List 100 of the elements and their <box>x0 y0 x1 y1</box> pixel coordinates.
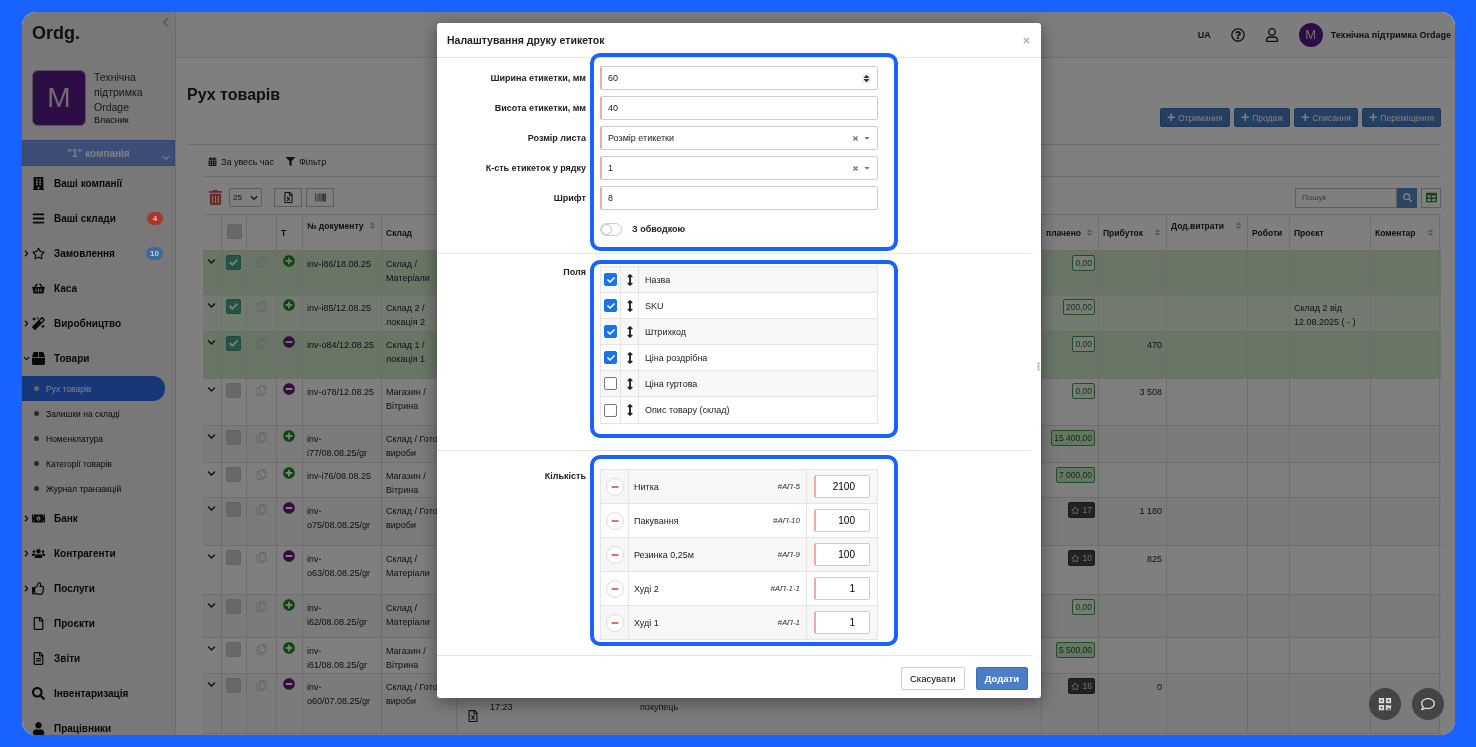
menu-label: Працівники <box>54 723 112 734</box>
checkbox[interactable] <box>226 467 241 482</box>
sort-icon[interactable] <box>368 221 377 230</box>
menu-item[interactable]: Ваші компанії <box>22 166 175 201</box>
spinner-icon[interactable] <box>862 73 871 83</box>
filter-button[interactable]: Фільтр <box>286 156 327 167</box>
quantity-field[interactable]: 1 <box>814 611 870 634</box>
confirm-button[interactable]: Додати <box>975 666 1028 690</box>
quantity-field[interactable]: 100 <box>814 509 870 532</box>
checkbox[interactable] <box>226 336 241 351</box>
checkbox[interactable] <box>604 325 617 338</box>
clear-icon[interactable] <box>852 134 859 142</box>
checkbox[interactable] <box>226 642 241 657</box>
checkbox[interactable] <box>227 224 242 239</box>
expand-icon[interactable] <box>207 504 216 513</box>
period-filter[interactable]: За увесь час <box>208 156 274 167</box>
menu-item[interactable]: Товари <box>22 341 175 376</box>
expand-icon[interactable] <box>207 338 216 347</box>
close-icon[interactable] <box>1022 35 1031 45</box>
sort-icon[interactable] <box>1234 221 1243 230</box>
table-settings-button[interactable] <box>1421 187 1441 208</box>
checkbox[interactable] <box>604 403 617 417</box>
expand-icon[interactable] <box>207 257 216 266</box>
expand-icon[interactable] <box>207 644 216 653</box>
submenu-item[interactable]: Журнал транзакцій <box>22 476 165 501</box>
action-button[interactable]: Переміщення <box>1361 108 1441 127</box>
action-button[interactable]: Отримання <box>1159 108 1230 127</box>
chevron-down-icon <box>162 154 170 162</box>
quantity-field[interactable]: 100 <box>814 543 870 566</box>
checkbox[interactable] <box>226 383 241 398</box>
checkbox[interactable] <box>226 550 241 565</box>
quantity-field[interactable]: 2100 <box>814 475 870 498</box>
remove-button[interactable] <box>605 511 624 530</box>
menu-item[interactable]: Ваші склади 4 <box>22 201 175 236</box>
menu-item[interactable]: Інвентаризація <box>22 676 175 711</box>
cancel-button[interactable]: Скасувати <box>900 666 965 690</box>
expand-icon[interactable] <box>207 680 216 689</box>
dropdown-icon[interactable] <box>863 164 871 172</box>
expand-icon[interactable] <box>207 301 216 310</box>
menu-item[interactable]: Замовлення 10 <box>22 236 175 271</box>
page-size-select[interactable]: 25 <box>229 188 262 207</box>
select-field[interactable]: Розмір етикетки <box>600 126 878 150</box>
remove-button[interactable] <box>605 613 624 632</box>
sort-icon[interactable] <box>1426 228 1435 237</box>
checkbox[interactable] <box>604 299 617 312</box>
expand-icon[interactable] <box>207 601 216 610</box>
expand-icon[interactable] <box>207 385 216 394</box>
check-icon <box>229 258 238 267</box>
action-button[interactable]: Списання <box>1293 108 1358 127</box>
excel-export-button[interactable] <box>274 188 302 207</box>
search-field[interactable]: Пошук <box>1295 187 1397 208</box>
excel-file-icon <box>282 192 294 203</box>
menu-item[interactable]: Виробництво <box>22 306 175 341</box>
input-field[interactable]: 60 <box>600 66 878 90</box>
checkbox[interactable] <box>604 377 617 390</box>
user-name[interactable]: Технічна підтримка Ordage <box>1330 29 1451 40</box>
search-button[interactable] <box>1397 187 1417 208</box>
user-icon[interactable] <box>1264 27 1279 42</box>
clear-icon[interactable] <box>852 164 859 172</box>
menu-item[interactable]: Банк <box>22 501 175 536</box>
menu-item[interactable]: Каса <box>22 271 175 306</box>
expand-icon[interactable] <box>207 552 216 561</box>
menu-item[interactable]: Звіти <box>22 641 175 676</box>
expand-icon[interactable] <box>207 432 216 441</box>
menu-item[interactable]: Контрагенти <box>22 536 175 571</box>
excel-file-icon[interactable] <box>467 710 479 722</box>
checkbox[interactable] <box>226 255 241 270</box>
submenu-item[interactable]: Рух товарів <box>22 376 165 401</box>
help-icon[interactable] <box>1230 27 1245 42</box>
checkbox[interactable] <box>604 351 617 364</box>
input-field[interactable]: 40 <box>600 96 878 120</box>
menu-item[interactable]: Проєкти <box>22 606 175 641</box>
delete-icon[interactable] <box>208 190 223 205</box>
sort-icon[interactable] <box>1085 228 1094 237</box>
remove-button[interactable] <box>605 545 624 564</box>
submenu-item[interactable]: Категорії товарів <box>22 451 165 476</box>
remove-button[interactable] <box>605 579 624 598</box>
barcode-button[interactable] <box>306 188 334 207</box>
field-label: Висота етикетки, мм <box>494 102 586 115</box>
item-sku: #АП-5 <box>777 470 807 503</box>
checkbox[interactable] <box>226 299 241 314</box>
quantity-field[interactable]: 1 <box>814 577 870 600</box>
input-field[interactable]: 8 <box>600 186 878 210</box>
language-selector[interactable]: UA <box>1197 29 1211 40</box>
dropdown-icon[interactable] <box>863 134 871 142</box>
toggle-switch[interactable] <box>600 222 622 236</box>
menu-item[interactable]: Послуги <box>22 571 175 606</box>
amount-badge: 7 000,00 <box>1055 467 1095 483</box>
submenu-item[interactable]: Залишки на складі <box>22 401 165 426</box>
select-field[interactable]: 1 <box>600 156 878 180</box>
checkbox[interactable] <box>604 273 617 286</box>
submenu-item[interactable]: Номенклатура <box>22 426 165 451</box>
action-button[interactable]: Продаж <box>1233 108 1290 127</box>
menu-item[interactable]: Працівники <box>22 711 175 735</box>
sort-icon[interactable] <box>1153 228 1162 237</box>
remove-button[interactable] <box>605 477 624 496</box>
avatar[interactable]: M <box>1298 22 1323 47</box>
table-cell: inv-o78/12.08.25 <box>303 379 382 425</box>
expand-icon[interactable] <box>207 469 216 478</box>
drag-dots-icon[interactable] <box>1034 362 1043 371</box>
